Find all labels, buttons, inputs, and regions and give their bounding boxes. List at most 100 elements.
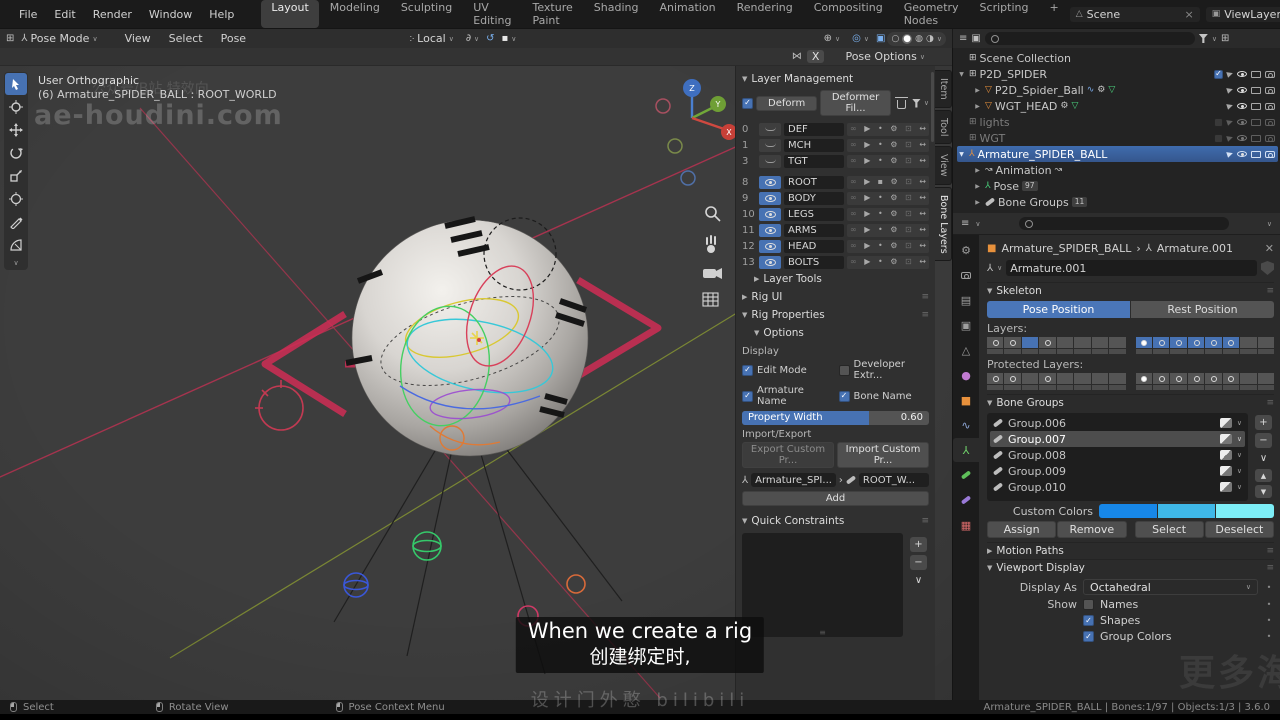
view-layer-selector[interactable]: ▣ ViewLayer × — [1205, 6, 1280, 22]
eye-icon[interactable] — [1237, 87, 1247, 93]
layer-name-field[interactable]: LEGS — [784, 207, 844, 221]
panel-rig-ui[interactable]: ▶ Rig UI ≡ — [742, 288, 929, 306]
deformer-filter-button[interactable]: Deformer Fil... — [820, 90, 891, 116]
render-hide-icon[interactable] — [1265, 134, 1275, 142]
breadcrumb-object[interactable]: Armature_SPIDER_BALL — [1001, 242, 1131, 255]
selectable-icon[interactable] — [1226, 150, 1234, 158]
move-group-up-button[interactable]: ▲ — [1255, 469, 1272, 482]
dot-icon[interactable]: • — [878, 157, 883, 165]
tab-bone-constraints[interactable] — [953, 488, 979, 512]
outliner-row-bone-groups[interactable]: ▶ Bone Groups 11 — [957, 194, 1278, 210]
lock-icon[interactable]: ⊡ — [905, 157, 912, 165]
eye-toggle[interactable] — [759, 239, 781, 253]
lock-icon[interactable]: ⊡ — [905, 210, 912, 218]
menu-render[interactable]: Render — [85, 7, 140, 22]
eye-icon[interactable] — [1237, 119, 1247, 125]
panel-grip[interactable]: ≡ — [921, 516, 929, 526]
color-set-icon[interactable] — [1219, 466, 1232, 476]
workspace-tab-sculpting[interactable]: Sculpting — [391, 0, 462, 28]
eye-icon[interactable] — [1237, 103, 1247, 109]
properties-editor-type-icon[interactable]: ≡ — [961, 218, 969, 229]
assign-button[interactable]: Assign — [987, 521, 1057, 538]
layer-name-field[interactable]: ARMS — [784, 223, 844, 237]
shading-rendered-icon[interactable]: ◑ — [926, 34, 934, 44]
panel-grip[interactable]: ≡ — [1266, 563, 1274, 573]
constraint-specials-button[interactable]: ∨ — [910, 573, 927, 588]
tool-annotate[interactable] — [5, 211, 27, 233]
outliner-row-spider-ball[interactable]: ▶ ▽ P2D_Spider_Ball ∿ ⚙ ▽ — [957, 82, 1278, 98]
link-icon[interactable]: ∞ — [850, 226, 857, 234]
shapes-checkbox[interactable] — [1083, 615, 1094, 626]
render-hide-icon[interactable] — [1265, 118, 1275, 126]
select-icon[interactable]: ▶ — [864, 125, 870, 133]
fake-user-shield-icon[interactable] — [1261, 261, 1274, 275]
tab-texture-props[interactable]: ▦ — [953, 513, 979, 537]
tab-item[interactable]: Item — [935, 70, 952, 108]
move-group-down-button[interactable]: ▼ — [1255, 485, 1272, 498]
datablock-name-field[interactable]: Armature.001 — [1006, 260, 1257, 276]
property-width-slider[interactable]: Property Width 0.60 — [742, 411, 929, 425]
render-hide-icon[interactable] — [1265, 102, 1275, 110]
eye-toggle[interactable] — [759, 207, 781, 221]
tool-move[interactable] — [5, 119, 27, 141]
armature-select-field[interactable]: Armature_SPI... — [751, 473, 836, 487]
select-icon[interactable]: ▶ — [864, 226, 870, 234]
layer-restrictions[interactable]: ∞ ▶ • ⚙ ⊡ ↔ — [847, 207, 929, 221]
proportional-edit-icon[interactable]: ↺ — [486, 33, 494, 44]
tab-view-layer-props[interactable]: ▣ — [953, 313, 979, 337]
selectable-icon[interactable] — [1226, 86, 1234, 94]
layer-restrictions[interactable]: ∞ ▶ • ⚙ ⊡ ↔ — [847, 255, 929, 269]
workspace-tab-rendering[interactable]: Rendering — [727, 0, 803, 28]
panel-bone-groups[interactable]: ▼ Bone Groups ≡ — [987, 394, 1274, 411]
eye-toggle[interactable] — [759, 223, 781, 237]
panel-viewport-display[interactable]: ▼ Viewport Display ≡ — [987, 559, 1274, 576]
workspace-tab-uv-editing[interactable]: UV Editing — [463, 0, 521, 28]
pin-icon[interactable]: ✕ — [1265, 242, 1274, 255]
lock-icon[interactable]: ⊡ — [905, 125, 912, 133]
panel-layer-tools[interactable]: ▶ Layer Tools — [754, 270, 929, 288]
layer-name-field[interactable]: ROOT — [784, 175, 844, 189]
outliner-row-animation[interactable]: ▶ ↝ Animation ↝ — [957, 162, 1278, 178]
panel-options[interactable]: ▼ Options — [754, 324, 929, 342]
bone-settings-icon[interactable]: ⚙ — [890, 125, 897, 133]
viewport-hide-icon[interactable] — [1251, 118, 1261, 126]
link-icon[interactable]: ∞ — [850, 125, 857, 133]
dot-icon[interactable]: • — [878, 226, 883, 234]
lock-icon[interactable]: ⊡ — [905, 242, 912, 250]
resize-icon[interactable]: ↔ — [919, 210, 926, 218]
bone-settings-icon[interactable]: ⚙ — [890, 157, 897, 165]
link-icon[interactable]: ∞ — [850, 157, 857, 165]
edit-mode-checkbox[interactable] — [742, 364, 753, 376]
eye-toggle[interactable] — [759, 191, 781, 205]
chevron-down-icon[interactable]: ∨ — [997, 264, 1002, 272]
xray-toggle-icon[interactable]: ▣ — [876, 33, 885, 44]
group-colors-checkbox[interactable] — [1083, 631, 1094, 642]
n-panel-scrollbar[interactable] — [931, 72, 934, 142]
outliner-row-armature[interactable]: ▼ ⅄ Armature_SPIDER_BALL — [957, 146, 1278, 162]
decorator-dot[interactable]: • — [1264, 600, 1274, 609]
tab-world-props[interactable]: ● — [953, 363, 979, 387]
workspace-tab-layout[interactable]: Layout — [261, 0, 319, 28]
tool-cursor[interactable] — [5, 96, 27, 118]
eye-toggle[interactable] — [759, 255, 781, 269]
workspace-tab-shading[interactable]: Shading — [584, 0, 649, 28]
layer-restrictions[interactable]: ∞ ▶ • ⚙ ⊡ ↔ — [847, 154, 929, 168]
tool-select-box[interactable] — [5, 73, 27, 95]
bone-settings-icon[interactable]: ⚙ — [890, 194, 897, 202]
select-icon[interactable]: ▶ — [864, 258, 870, 266]
panel-quick-constraints[interactable]: ▼ Quick Constraints ≡ — [742, 512, 929, 530]
outliner-search-input[interactable] — [984, 32, 1195, 45]
menu-pose[interactable]: Pose — [213, 31, 254, 46]
mirror-x-button[interactable]: X — [806, 50, 825, 63]
remove-group-button[interactable]: − — [1255, 433, 1272, 448]
bone-group-item-selected[interactable]: Group.007 ∨ — [990, 431, 1245, 447]
shading-solid-icon[interactable]: ● — [902, 33, 913, 44]
lock-icon[interactable]: ⊡ — [905, 258, 912, 266]
color-swatch-select[interactable] — [1157, 504, 1216, 518]
dot-icon[interactable]: • — [878, 125, 883, 133]
select-icon[interactable]: ▶ — [864, 210, 870, 218]
menu-view[interactable]: View — [117, 31, 159, 46]
deform-button[interactable]: Deform — [756, 95, 818, 111]
panel-rig-properties[interactable]: ▼ Rig Properties ≡ — [742, 306, 929, 324]
eye-toggle[interactable] — [759, 175, 781, 189]
